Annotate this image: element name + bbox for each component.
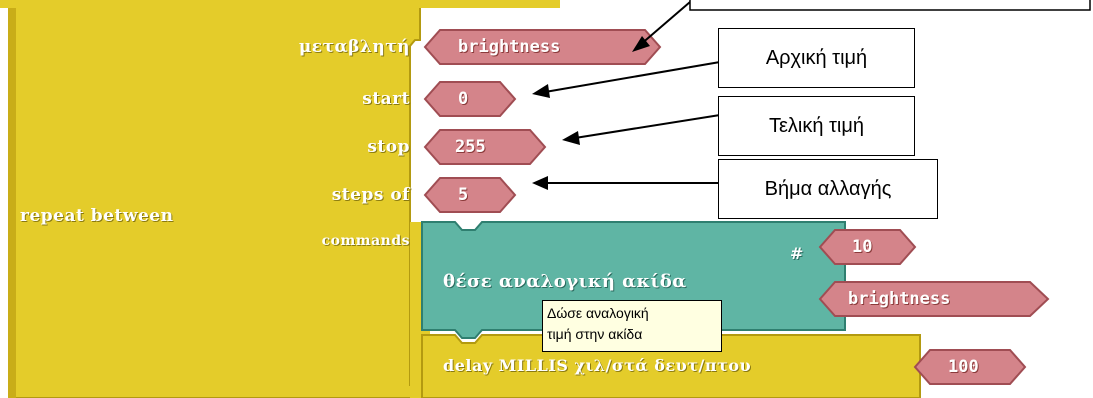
start-input[interactable] xyxy=(423,81,517,117)
tooltip: Δώσε αναλογική τιμή στην ακίδα xyxy=(542,300,722,352)
delay-value: 100 xyxy=(948,357,979,377)
stop-label: stop xyxy=(367,137,410,157)
start-label: start xyxy=(362,89,410,109)
callout-step-value: Βήμα αλλαγής xyxy=(718,159,938,219)
pin-value: 10 xyxy=(852,237,873,257)
tooltip-line-1: Δώσε αναλογική xyxy=(547,305,649,321)
stop-value: 255 xyxy=(455,137,486,157)
steps-label: steps of xyxy=(331,185,410,205)
start-value: 0 xyxy=(458,89,469,109)
delay-label: delay MILLIS χιλ/στά δευτ/πτου xyxy=(443,356,752,375)
commands-label: commands xyxy=(321,233,410,249)
variable-label: μεταβλητή xyxy=(298,37,410,57)
callout-start-value: Αρχική τιμή xyxy=(718,28,915,88)
top-callout-box xyxy=(689,0,1091,11)
steps-input[interactable] xyxy=(423,177,517,213)
repeat-between-label: repeat between xyxy=(20,206,174,226)
analog-value-variable: brightness xyxy=(848,289,951,309)
analog-write-label: θέσε αναλογική ακίδα xyxy=(443,271,687,292)
callout-stop-value: Τελική τιμή xyxy=(718,96,915,156)
variable-value: brightness xyxy=(458,37,561,57)
steps-value: 5 xyxy=(458,185,469,205)
pin-hash-label: # xyxy=(790,244,804,263)
tooltip-line-2: τιμή στην ακίδα xyxy=(547,326,643,342)
